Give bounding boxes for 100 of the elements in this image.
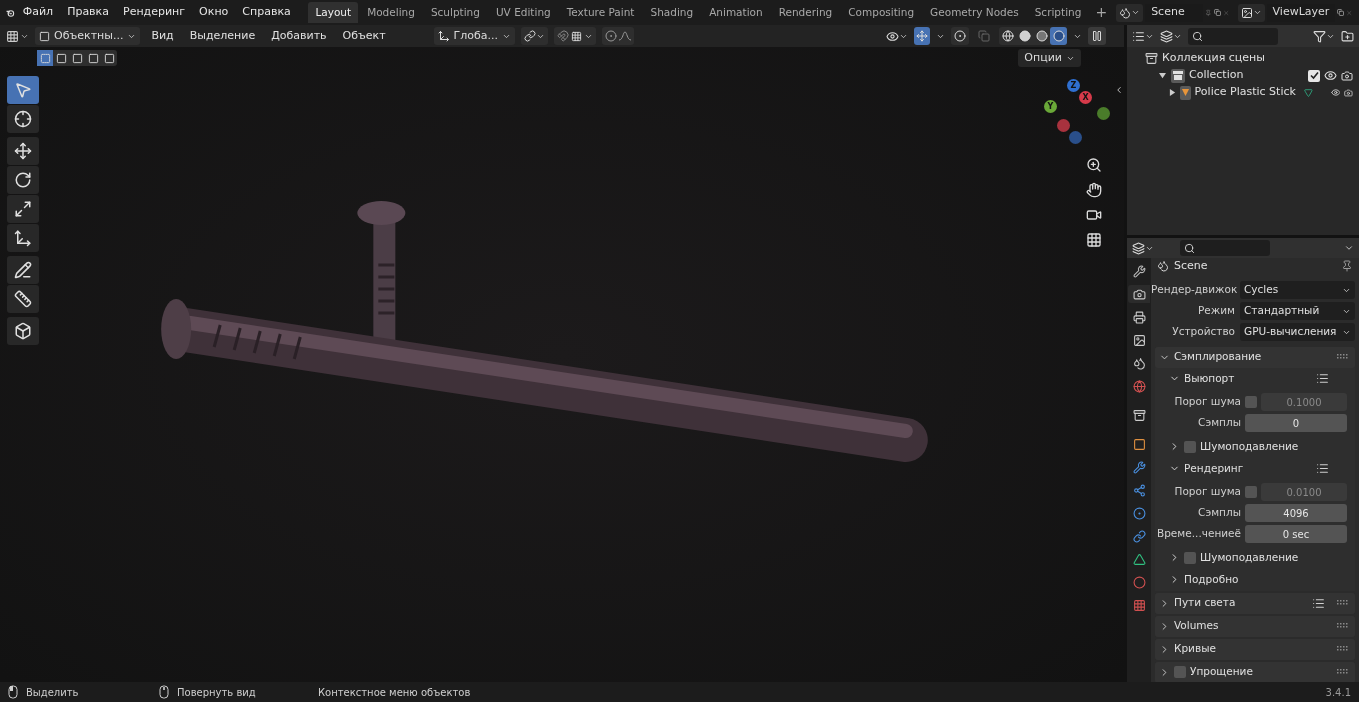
menu-item[interactable]: Рендеринг: [117, 4, 192, 21]
number-field[interactable]: 4096: [1245, 504, 1347, 522]
checkbox[interactable]: [1245, 396, 1257, 408]
collapse-icon[interactable]: [1114, 85, 1124, 95]
expand-arrow[interactable]: [1169, 89, 1177, 96]
tool-button[interactable]: [7, 105, 39, 133]
material-shading-button[interactable]: [1033, 27, 1050, 45]
subpanel-title[interactable]: Рендеринг: [1184, 460, 1244, 477]
menu-item[interactable]: Выделение: [184, 27, 261, 45]
presets-icon[interactable]: [1316, 462, 1329, 475]
panel-title[interactable]: Volumes: [1174, 618, 1219, 634]
grip-icon[interactable]: [1337, 623, 1349, 629]
grip-icon[interactable]: [1337, 669, 1349, 675]
workspace-tab[interactable]: Animation: [702, 2, 770, 23]
tool-button[interactable]: [7, 195, 39, 223]
workspace-tab[interactable]: Scripting: [1027, 2, 1089, 23]
workspace-tab[interactable]: Sculpting: [423, 2, 487, 23]
mode-dropdown[interactable]: Объектны...: [35, 27, 141, 45]
tool-button[interactable]: [7, 256, 39, 284]
number-field[interactable]: 0 sec: [1245, 525, 1347, 543]
visibility-button[interactable]: [886, 29, 908, 43]
filter-button[interactable]: [1313, 29, 1335, 43]
eye-icon[interactable]: [1324, 69, 1337, 82]
camera-icon[interactable]: [1341, 69, 1353, 82]
workspace-tab[interactable]: Texture Paint: [559, 2, 642, 23]
tool-button[interactable]: [7, 317, 39, 345]
editor-type-button[interactable]: [6, 29, 29, 43]
pivot-button[interactable]: [521, 27, 548, 45]
grip-icon[interactable]: [1337, 354, 1349, 360]
dropdown[interactable]: Cycles: [1240, 281, 1355, 299]
outliner-item[interactable]: Police Plastic Stick: [1194, 84, 1296, 101]
properties-tab[interactable]: [1128, 285, 1150, 303]
workspace-tab[interactable]: Rendering: [771, 2, 840, 23]
presets-icon[interactable]: [1316, 372, 1329, 385]
checkbox[interactable]: [1184, 440, 1196, 453]
workspace-tab[interactable]: Modeling: [360, 2, 422, 23]
subpanel-title[interactable]: Выюпорт: [1184, 370, 1235, 387]
proportional-edit-button[interactable]: [602, 27, 634, 45]
editor-type-button[interactable]: [1132, 241, 1154, 255]
orientation-dropdown[interactable]: Глоба...: [433, 27, 515, 45]
new-collection-icon[interactable]: [1341, 29, 1354, 43]
solid-shading-button[interactable]: [1016, 27, 1033, 45]
tool-button[interactable]: [7, 137, 39, 165]
wireframe-shading-button[interactable]: [999, 27, 1016, 45]
checkbox[interactable]: [1184, 551, 1196, 564]
pause-button[interactable]: [1088, 27, 1106, 45]
checkbox[interactable]: [1308, 69, 1320, 82]
presets-icon[interactable]: [1312, 596, 1325, 610]
scene-selector[interactable]: [1116, 3, 1144, 22]
menu-item[interactable]: Вид: [146, 27, 179, 45]
menu-item[interactable]: Файл: [16, 4, 60, 21]
hand-icon[interactable]: [1086, 182, 1102, 198]
grid-icon[interactable]: [1086, 232, 1102, 248]
outliner-item[interactable]: Коллекция сцены: [1162, 50, 1265, 67]
subpanel-title[interactable]: Шумоподавление: [1200, 549, 1299, 566]
panel-title[interactable]: Кривые: [1174, 641, 1216, 657]
tool-button[interactable]: [7, 224, 39, 252]
menu-item[interactable]: Объект: [337, 27, 391, 45]
number-field[interactable]: 0: [1245, 414, 1347, 432]
overlay-button[interactable]: [951, 27, 969, 45]
workspace-tab[interactable]: Layout: [308, 2, 359, 23]
workspace-tab[interactable]: Geometry Nodes: [923, 2, 1026, 23]
options-dropdown[interactable]: Опции: [1018, 49, 1081, 67]
property-label: Рендер-движок: [1151, 282, 1235, 298]
expand-arrow[interactable]: [1157, 72, 1167, 79]
menu-item[interactable]: Правка: [61, 4, 115, 21]
subpanel-title[interactable]: Подробно: [1184, 571, 1239, 588]
view-layer-selector[interactable]: [1237, 3, 1265, 22]
menu-item[interactable]: Добавить: [266, 27, 332, 45]
pin-icon[interactable]: [1341, 260, 1353, 273]
grip-icon[interactable]: [1337, 646, 1349, 652]
workspace-tab[interactable]: Compositing: [841, 2, 922, 23]
workspace-tab[interactable]: Shading: [643, 2, 701, 23]
display-mode-button[interactable]: [1132, 29, 1154, 43]
zoom-icon[interactable]: [1086, 157, 1102, 173]
menu-item[interactable]: Справка: [236, 4, 297, 21]
mesh-icon[interactable]: [1303, 86, 1313, 99]
add-workspace-button[interactable]: +: [1090, 2, 1113, 23]
dropdown[interactable]: Стандартный: [1240, 302, 1355, 320]
checkbox[interactable]: [1245, 486, 1257, 498]
grip-icon[interactable]: [1337, 600, 1349, 606]
snap-button[interactable]: [554, 27, 596, 45]
subpanel-title[interactable]: Шумоподавление: [1200, 438, 1299, 455]
workspace-tab[interactable]: UV Editing: [488, 2, 558, 23]
outliner-item[interactable]: Collection: [1189, 67, 1244, 84]
rendered-shading-button[interactable]: [1050, 27, 1067, 45]
camera-icon[interactable]: [1086, 207, 1102, 223]
search-field[interactable]: [1180, 240, 1270, 256]
tool-button[interactable]: [7, 166, 39, 194]
chevron-icon[interactable]: [1344, 243, 1354, 253]
view-layer-button[interactable]: [1160, 29, 1182, 43]
copy-icon[interactable]: [1213, 6, 1221, 19]
menu-item[interactable]: Окно: [193, 4, 235, 21]
eye-icon[interactable]: [1330, 86, 1341, 99]
dropdown[interactable]: GPU-вычисления: [1240, 323, 1355, 341]
tool-button[interactable]: [7, 285, 39, 313]
copy-icon[interactable]: [1337, 6, 1345, 19]
search-field[interactable]: [1188, 27, 1278, 45]
gizmo-toggle[interactable]: [914, 27, 930, 45]
checkbox[interactable]: [1174, 666, 1186, 678]
